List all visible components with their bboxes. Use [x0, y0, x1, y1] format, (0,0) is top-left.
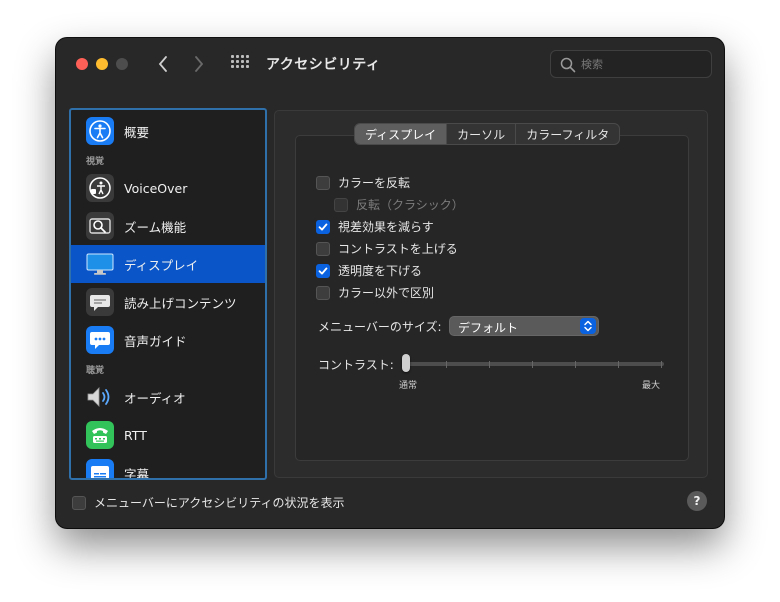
- checkbox-label: メニューバーにアクセシビリティの状況を表示: [94, 496, 345, 510]
- contrast-slider-track[interactable]: [404, 362, 664, 366]
- speaker-icon: [86, 383, 114, 411]
- section-header-hearing: 聴覚: [86, 366, 105, 376]
- sidebar-item-label: 字幕: [124, 466, 150, 480]
- sidebar[interactable]: 概要 視覚 VoiceOver ズーム機能 ディスプレイ 読み上げコンテンツ 音…: [69, 108, 267, 480]
- checkbox-label: 透明度を下げる: [338, 264, 423, 278]
- up-down-arrows-icon: [580, 318, 596, 334]
- speech-bubble-icon: [86, 288, 114, 316]
- checkbox-box[interactable]: [72, 495, 86, 510]
- sidebar-item-label: オーディオ: [124, 390, 186, 406]
- zoom-window-button[interactable]: [116, 58, 128, 70]
- dropdown-value: デフォルト: [458, 321, 519, 335]
- zoom-icon: [86, 212, 114, 240]
- display-settings-panel: カラーを反転 反転（クラシック） 視差効果を減らす コントラストを上げる 透明度…: [274, 110, 708, 478]
- checkbox-box[interactable]: [316, 241, 330, 256]
- sidebar-item-label: RTT: [124, 427, 147, 443]
- differentiate-without-color-checkbox[interactable]: カラー以外で区別: [316, 284, 434, 301]
- voiceover-icon: [86, 174, 114, 202]
- checkbox-label: 視差効果を減らす: [338, 220, 434, 234]
- slider-max-label: 最大: [642, 381, 661, 391]
- checkbox-label: コントラストを上げる: [338, 242, 458, 256]
- forward-button[interactable]: [188, 52, 210, 76]
- sidebar-item-label: VoiceOver: [124, 180, 188, 196]
- reduce-transparency-checkbox[interactable]: 透明度を下げる: [316, 262, 422, 279]
- show-all-grid-button[interactable]: [231, 55, 251, 73]
- sidebar-item-display[interactable]: ディスプレイ: [71, 245, 265, 283]
- slider-tick: [661, 361, 662, 368]
- minimize-window-button[interactable]: [96, 58, 108, 70]
- sidebar-item-descriptions[interactable]: 音声ガイド: [71, 321, 265, 359]
- search-input[interactable]: [581, 55, 705, 73]
- sidebar-item-label: 音声ガイド: [124, 333, 187, 349]
- slider-tick: [532, 361, 533, 368]
- sidebar-item-label: ディスプレイ: [124, 257, 199, 273]
- section-header-vision: 視覚: [86, 157, 105, 167]
- tab-content-box: カラーを反転 反転（クラシック） 視差効果を減らす コントラストを上げる 透明度…: [295, 135, 689, 461]
- checkbox-box[interactable]: [316, 263, 330, 278]
- sidebar-item-voiceover[interactable]: VoiceOver: [71, 169, 265, 207]
- slider-tick: [618, 361, 619, 368]
- slider-min-label: 通常: [399, 381, 418, 391]
- chevron-right-icon: [195, 56, 204, 72]
- rtt-phone-icon: [86, 421, 114, 449]
- checkmark-icon: [318, 267, 328, 274]
- menu-bar-size-label: メニューバーのサイズ:: [318, 320, 442, 334]
- sidebar-item-audio[interactable]: オーディオ: [71, 378, 265, 416]
- checkbox-box[interactable]: [316, 219, 330, 234]
- checkbox-label: カラー以外で区別: [338, 286, 435, 300]
- accessibility-icon: [86, 117, 114, 145]
- chevron-left-icon: [158, 56, 167, 72]
- title-bar: アクセシビリティ: [56, 38, 724, 90]
- checkbox-box[interactable]: [334, 197, 348, 212]
- tab-cursor[interactable]: カーソル: [447, 124, 517, 144]
- contrast-label: コントラスト:: [318, 358, 394, 372]
- checkbox-label: カラーを反転: [338, 176, 411, 190]
- invert-colors-checkbox[interactable]: カラーを反転: [316, 174, 410, 191]
- slider-tick: [446, 361, 447, 368]
- sidebar-item-spoken-content[interactable]: 読み上げコンテンツ: [71, 283, 265, 321]
- menu-bar-size-dropdown[interactable]: デフォルト: [449, 316, 599, 336]
- reduce-motion-checkbox[interactable]: 視差効果を減らす: [316, 218, 434, 235]
- captions-icon: [86, 459, 114, 478]
- invert-classic-checkbox[interactable]: 反転（クラシック）: [334, 196, 464, 213]
- descriptions-icon: [86, 326, 114, 354]
- back-button[interactable]: [152, 52, 174, 76]
- preferences-window: アクセシビリティ 概要 視覚: [56, 38, 724, 528]
- slider-tick: [489, 361, 490, 368]
- tab-display[interactable]: ディスプレイ: [355, 124, 448, 144]
- checkbox-label: 反転（クラシック）: [356, 198, 464, 212]
- checkbox-box[interactable]: [316, 285, 330, 300]
- checkbox-box[interactable]: [316, 175, 330, 190]
- contrast-slider-knob[interactable]: [402, 354, 410, 372]
- show-status-in-menu-bar-checkbox[interactable]: メニューバーにアクセシビリティの状況を表示: [72, 494, 345, 511]
- search-field[interactable]: [550, 50, 712, 78]
- increase-contrast-checkbox[interactable]: コントラストを上げる: [316, 240, 458, 257]
- sidebar-item-label: 概要: [124, 124, 150, 140]
- slider-tick: [575, 361, 576, 368]
- display-icon: [86, 250, 114, 278]
- search-icon: [560, 57, 576, 73]
- sidebar-item-label: ズーム機能: [124, 219, 187, 235]
- close-window-button[interactable]: [76, 58, 88, 70]
- sidebar-item-label: 読み上げコンテンツ: [124, 295, 237, 311]
- sidebar-item-captions[interactable]: 字幕: [71, 454, 265, 480]
- window-title: アクセシビリティ: [266, 57, 381, 73]
- sidebar-item-overview[interactable]: 概要: [71, 112, 265, 150]
- tab-bar: ディスプレイ カーソル カラーフィルタ: [354, 123, 621, 145]
- tab-color-filters[interactable]: カラーフィルタ: [516, 124, 619, 144]
- checkmark-icon: [318, 223, 328, 230]
- sidebar-item-rtt[interactable]: RTT: [71, 416, 265, 454]
- help-button[interactable]: ?: [687, 491, 707, 511]
- sidebar-item-zoom[interactable]: ズーム機能: [71, 207, 265, 245]
